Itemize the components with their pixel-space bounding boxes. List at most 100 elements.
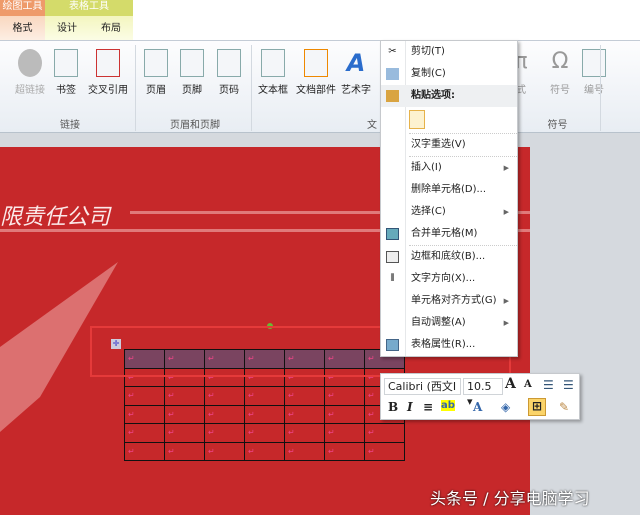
- table-cell[interactable]: ↵: [324, 423, 365, 443]
- merge-cells-icon: [386, 228, 399, 240]
- bookmark-button[interactable]: 书签: [44, 49, 88, 96]
- highlight-icon[interactable]: ab: [441, 400, 455, 411]
- menu-text-direction[interactable]: ⫴ 文字方向(X)...: [381, 268, 517, 290]
- center-align-icon[interactable]: ≡: [423, 400, 433, 414]
- menu-table-properties[interactable]: 表格属性(R)...: [381, 334, 517, 356]
- paste-icon: [386, 90, 399, 102]
- cross-reference-button[interactable]: 交叉引用: [85, 49, 131, 96]
- table-row: ↵ ↵ ↵ ↵ ↵ ↵ ↵: [124, 441, 405, 461]
- table-cell[interactable]: ↵: [204, 386, 245, 406]
- watermark: 头条号 / 分享电脑学习: [430, 489, 590, 508]
- shrink-font-button[interactable]: A: [524, 379, 532, 390]
- textbox-button[interactable]: 文本框: [251, 49, 295, 96]
- wordart-button[interactable]: A 艺术字: [334, 49, 378, 96]
- tab-design[interactable]: 设计: [57, 16, 77, 42]
- tab-layout[interactable]: 布局: [101, 16, 121, 42]
- table-cell[interactable]: ↵: [164, 423, 205, 443]
- font-select[interactable]: Calibri (西文Ⅰ: [384, 378, 461, 395]
- table-cell[interactable]: ↵: [164, 404, 205, 424]
- table-cell[interactable]: ↵: [124, 404, 165, 424]
- menu-select[interactable]: 选择(C) ▶: [381, 201, 517, 223]
- table-tools-label: 表格工具: [45, 0, 133, 16]
- table-properties-icon: [386, 339, 399, 351]
- table-cell[interactable]: ↵: [164, 441, 205, 461]
- wordart-icon: A: [346, 49, 366, 77]
- table-cell[interactable]: ↵: [324, 404, 365, 424]
- menu-paste-options: 粘贴选项:: [381, 85, 517, 107]
- footer-icon: [180, 49, 204, 77]
- group-header-footer: 页眉和页脚: [170, 120, 220, 131]
- table-cell[interactable]: ↵: [324, 441, 365, 461]
- table-cell[interactable]: ↵: [164, 386, 205, 406]
- table-cell[interactable]: ↵: [244, 423, 285, 443]
- header-icon: [144, 49, 168, 77]
- borders-icon: [386, 251, 399, 263]
- menu-insert[interactable]: 插入(I) ▶: [381, 157, 517, 179]
- font-color-icon[interactable]: A: [473, 400, 482, 414]
- ribbon: 超链接 书签 交叉引用 页眉 页脚 页码 文本框 文档部件 A 艺术字 π式 Ω符…: [0, 40, 640, 133]
- table-cell[interactable]: ↵: [124, 441, 165, 461]
- slide-title: 限责任公司: [0, 205, 111, 230]
- omega-icon: Ω: [551, 49, 569, 74]
- table-cell[interactable]: ↵: [364, 441, 405, 461]
- table-cell[interactable]: ↵: [364, 423, 405, 443]
- menu-autofit[interactable]: 自动调整(A) ▶: [381, 312, 517, 334]
- table-row: ↵ ↵ ↵ ↵ ↵ ↵ ↵: [124, 404, 405, 424]
- increase-indent-icon[interactable]: ☰: [563, 378, 574, 392]
- table-cell[interactable]: ↵: [324, 386, 365, 406]
- context-menu: ✂ 剪切(T) 复制(C) 粘贴选项: 汉字重选(V) 插入(I) ▶ 删除单元格(…: [380, 40, 518, 357]
- bookmark-icon: [54, 49, 78, 77]
- numbering-button[interactable]: 编号: [572, 49, 616, 96]
- group-links: 链接: [60, 120, 80, 131]
- quick-parts-icon: [304, 49, 328, 77]
- table-cell[interactable]: ↵: [204, 404, 245, 424]
- textbox-icon: [261, 49, 285, 77]
- table-cell[interactable]: ↵: [204, 423, 245, 443]
- cross-reference-icon: [96, 49, 120, 77]
- table-cell[interactable]: ↵: [284, 441, 325, 461]
- paste-keep-text-icon[interactable]: [409, 110, 425, 129]
- menu-cut[interactable]: ✂ 剪切(T): [381, 41, 517, 63]
- group-symbols: 符号: [547, 120, 568, 131]
- menu-borders-shading[interactable]: 边框和底纹(B)...: [381, 246, 517, 268]
- page-number-button[interactable]: 页码: [207, 49, 251, 96]
- table-cell[interactable]: ↵: [244, 386, 285, 406]
- menu-reconvert[interactable]: 汉字重选(V): [381, 134, 517, 156]
- table-row: ↵ ↵ ↵ ↵ ↵ ↵ ↵: [124, 423, 405, 443]
- text-direction-icon: ⫴: [390, 273, 395, 284]
- format-painter-icon[interactable]: ✎: [559, 400, 569, 414]
- table-tools-context: 表格工具 设计 布局: [45, 0, 133, 42]
- tab-format[interactable]: 格式: [13, 16, 33, 42]
- quick-parts-button[interactable]: 文档部件: [292, 49, 340, 96]
- table-cell[interactable]: ↵: [204, 441, 245, 461]
- number-icon: [582, 49, 606, 77]
- borders-button-icon[interactable]: ⊞: [528, 398, 546, 416]
- bold-button[interactable]: B: [388, 400, 398, 414]
- table-cell[interactable]: ↵: [284, 386, 325, 406]
- drawing-tools-context: 绘图工具 格式: [0, 0, 45, 42]
- globe-icon: [18, 49, 42, 77]
- table-cell[interactable]: ↵: [284, 423, 325, 443]
- ribbon-tabs: 绘图工具 格式 表格工具 设计 布局: [0, 0, 640, 42]
- font-size-select[interactable]: 10.5 ▾: [463, 378, 503, 408]
- shading-icon[interactable]: ◈: [501, 400, 510, 414]
- copy-icon: [386, 68, 399, 80]
- menu-cell-alignment[interactable]: 单元格对齐方式(G) ▶: [381, 290, 517, 312]
- drawing-tools-label: 绘图工具: [0, 0, 45, 16]
- table-cell[interactable]: ↵: [244, 404, 285, 424]
- table-cell[interactable]: ↵: [124, 386, 165, 406]
- menu-merge-cells[interactable]: 合并单元格(M): [381, 223, 517, 245]
- menu-delete-cells[interactable]: 删除单元格(D)...: [381, 179, 517, 201]
- table-cell[interactable]: ↵: [124, 423, 165, 443]
- group-text: 文: [367, 120, 377, 131]
- mini-toolbar: Calibri (西文Ⅰ 10.5 ▾ A A ☰ ☰ B I ≡ ab A ◈…: [380, 373, 580, 420]
- grow-font-button[interactable]: A: [505, 376, 516, 392]
- italic-button[interactable]: I: [407, 400, 413, 414]
- decrease-indent-icon[interactable]: ☰: [543, 378, 554, 392]
- scissors-icon: ✂: [388, 46, 397, 57]
- table-cell[interactable]: ↵: [284, 404, 325, 424]
- menu-copy[interactable]: 复制(C): [381, 63, 517, 85]
- table-row: ↵ ↵ ↵ ↵ ↵ ↵ ↵: [124, 386, 405, 406]
- table-cell[interactable]: ↵: [244, 441, 285, 461]
- page-number-icon: [217, 49, 241, 77]
